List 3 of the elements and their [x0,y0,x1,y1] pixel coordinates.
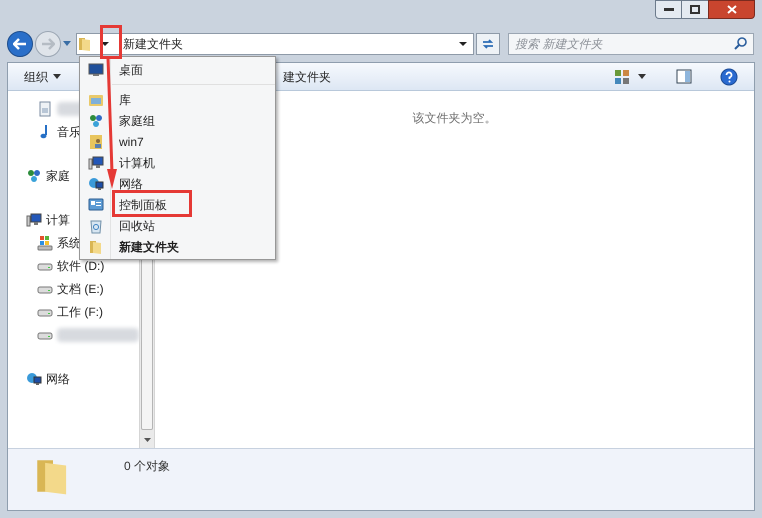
item-count: 0 个对象 [124,458,170,475]
address-path: 新建文件夹 [123,36,184,53]
empty-folder-message: 该文件夹为空。 [412,110,496,127]
